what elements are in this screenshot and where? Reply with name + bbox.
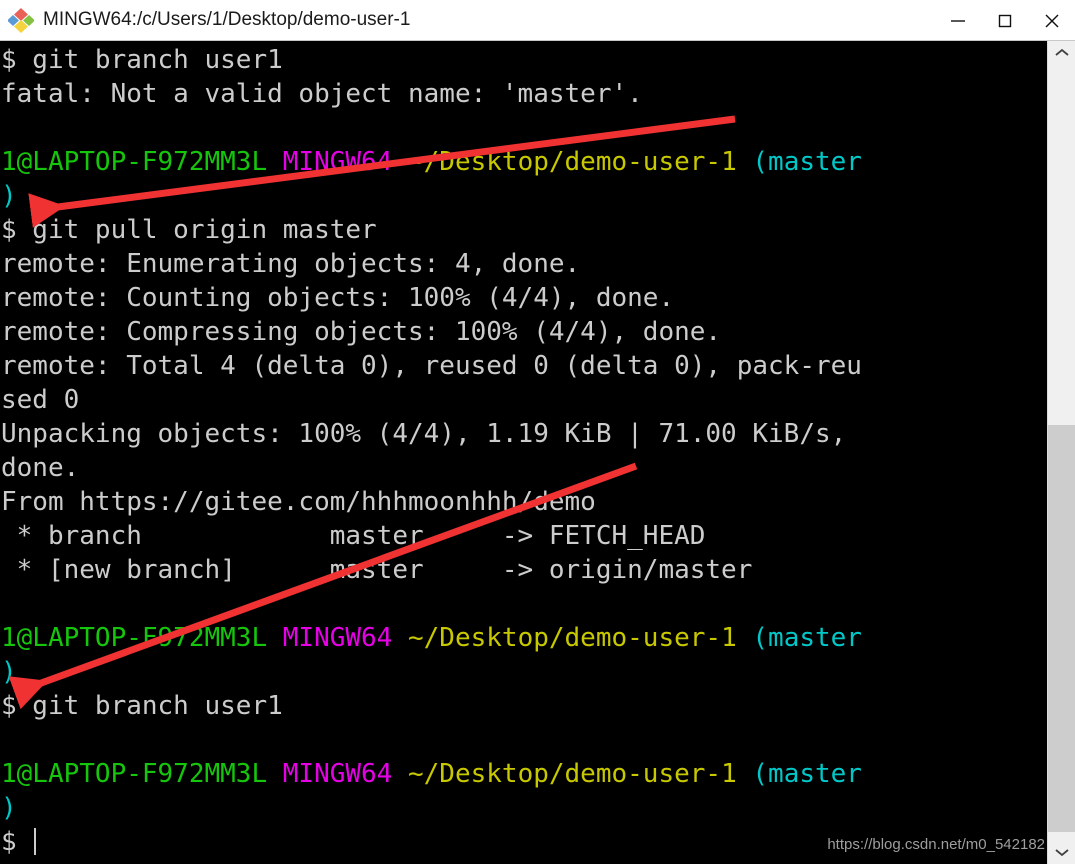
terminal-text: (master	[752, 759, 862, 789]
terminal-line: 1@LAPTOP-F972MM3L MINGW64 ~/Desktop/demo…	[0, 757, 1047, 791]
terminal-text: $ git pull origin master	[1, 215, 377, 245]
terminal-text: * [new branch] master -> origin/master	[1, 555, 753, 585]
text-cursor	[33, 828, 36, 855]
terminal-text: 1@LAPTOP-F972MM3L	[1, 147, 268, 177]
terminal-line: )	[0, 179, 1047, 213]
terminal-line: $ git pull origin master	[0, 213, 1047, 247]
terminal-line: )	[0, 791, 1047, 825]
terminal-output-area[interactable]: $ git branch user1 fatal: Not a valid obj…	[0, 41, 1047, 864]
terminal-text: ~/Desktop/demo-user-1	[408, 623, 737, 653]
terminal-line: )	[0, 655, 1047, 689]
terminal-text: ~/Desktop/demo-user-1	[408, 147, 737, 177]
terminal-text: remote: Counting objects: 100% (4/4), do…	[1, 283, 675, 313]
terminal-line: remote: Total 4 (delta 0), reused 0 (del…	[0, 349, 1047, 383]
terminal-text: )	[1, 181, 17, 211]
terminal-text: MINGW64	[282, 623, 393, 653]
terminal-text: ~/Desktop/demo-user-1	[408, 759, 737, 789]
terminal-text: MINGW64	[282, 759, 393, 789]
terminal-line: remote: Counting objects: 100% (4/4), do…	[0, 281, 1047, 315]
terminal-line: $ git branch user1	[0, 689, 1047, 723]
terminal-line: fatal: Not a valid object name: 'master'…	[0, 77, 1047, 111]
terminal-line: * branch master -> FETCH_HEAD	[0, 519, 1047, 553]
watermark-url: https://blog.csdn.net/m0_542182	[827, 836, 1045, 853]
maximize-button[interactable]	[981, 0, 1028, 41]
terminal-text: 1@LAPTOP-F972MM3L	[1, 623, 268, 653]
terminal-text: done.	[1, 453, 80, 483]
terminal-lines: $ git branch user1 fatal: Not a valid obj…	[0, 43, 1047, 859]
terminal-line: 1@LAPTOP-F972MM3L MINGW64 ~/Desktop/demo…	[0, 621, 1047, 655]
terminal-line: $ git branch user1	[0, 43, 1047, 77]
terminal-text: sed 0	[1, 385, 80, 415]
terminal-text: $	[1, 827, 17, 857]
close-button[interactable]	[1028, 0, 1075, 41]
minimize-button[interactable]	[934, 0, 981, 41]
terminal-line: remote: Enumerating objects: 4, done.	[0, 247, 1047, 281]
scrollbar-thumb[interactable]	[1048, 425, 1075, 832]
terminal-text: From https://gitee.com/hhhmoonhhh/demo	[1, 487, 596, 517]
title-bar[interactable]: MINGW64:/c/Users/1/Desktop/demo-user-1	[0, 0, 1075, 41]
mingw64-terminal-window: MINGW64:/c/Users/1/Desktop/demo-user-1 $…	[0, 0, 1075, 864]
scroll-down-button[interactable]	[1048, 840, 1075, 864]
terminal-line: * [new branch] master -> origin/master	[0, 553, 1047, 587]
window-controls	[934, 0, 1075, 41]
window-title: MINGW64:/c/Users/1/Desktop/demo-user-1	[43, 9, 411, 30]
terminal-line: Unpacking objects: 100% (4/4), 1.19 KiB …	[0, 417, 1047, 451]
terminal-line: sed 0	[0, 383, 1047, 417]
terminal-text: * branch master -> FETCH_HEAD	[1, 521, 706, 551]
terminal-text: 1@LAPTOP-F972MM3L	[1, 759, 268, 789]
terminal-text: remote: Enumerating objects: 4, done.	[1, 249, 581, 279]
terminal-line: done.	[0, 451, 1047, 485]
terminal-text: remote: Compressing objects: 100% (4/4),…	[1, 317, 722, 347]
terminal-text: Unpacking objects: 100% (4/4), 1.19 KiB …	[1, 419, 847, 449]
terminal-text: (master	[752, 147, 862, 177]
vertical-scrollbar[interactable]	[1047, 41, 1075, 864]
terminal-text: )	[1, 793, 17, 823]
terminal-text: $ git branch user1	[1, 45, 283, 75]
scroll-up-button[interactable]	[1048, 41, 1075, 65]
terminal-text: remote: Total 4 (delta 0), reused 0 (del…	[1, 351, 862, 381]
terminal-text: fatal: Not a valid object name: 'master'…	[1, 79, 643, 109]
terminal-text: (master	[752, 623, 862, 653]
terminal-line: remote: Compressing objects: 100% (4/4),…	[0, 315, 1047, 349]
mingw-diamonds-icon	[7, 7, 35, 33]
terminal-line: 1@LAPTOP-F972MM3L MINGW64 ~/Desktop/demo…	[0, 145, 1047, 179]
chevron-down-icon	[1054, 849, 1069, 857]
terminal-text: $ git branch user1	[1, 691, 283, 721]
terminal-text: MINGW64	[282, 147, 393, 177]
terminal-line: From https://gitee.com/hhhmoonhhh/demo	[0, 485, 1047, 519]
chevron-up-icon	[1054, 48, 1069, 56]
terminal-text: )	[1, 657, 17, 687]
